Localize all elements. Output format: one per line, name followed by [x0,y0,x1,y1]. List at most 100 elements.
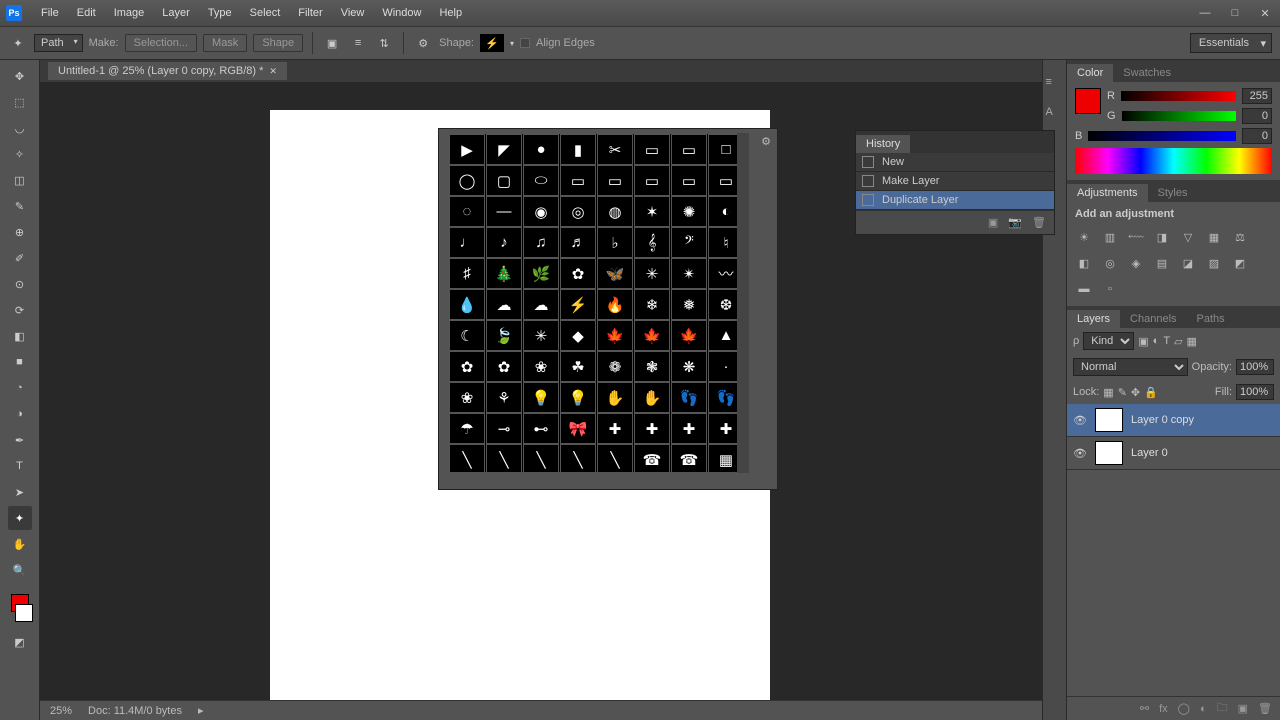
menu-file[interactable]: File [32,7,68,19]
shape-thumbnail[interactable]: ✶ [634,196,670,227]
lock-all-icon[interactable]: 🔒 [1144,386,1158,399]
blur-tool[interactable]: ◔ [8,376,32,400]
adjustments-tab[interactable]: Adjustments [1067,184,1148,202]
history-brush-tool[interactable]: ⟳ [8,298,32,322]
eraser-tool[interactable]: ◧ [8,324,32,348]
stamp-tool[interactable]: ⊙ [8,272,32,296]
menu-type[interactable]: Type [199,7,241,19]
shape-thumbnail[interactable]: ▭ [634,165,670,196]
lookup-icon[interactable]: ▤ [1153,254,1171,272]
invert-icon[interactable]: ◪ [1179,254,1197,272]
channels-tab[interactable]: Channels [1120,310,1186,328]
workspace-selector[interactable]: Essentials [1190,33,1272,53]
history-tab[interactable]: History [856,135,910,153]
lock-position-icon[interactable]: ✥ [1131,386,1140,399]
adjustment-layer-icon[interactable]: ◐ [1200,703,1207,715]
blend-mode-select[interactable]: Normal [1073,358,1188,376]
history-dock-icon[interactable]: ≡ [1046,76,1064,94]
quickmask-toggle[interactable]: ◩ [8,630,32,654]
menu-edit[interactable]: Edit [68,7,105,19]
shape-thumbnail[interactable]: ╲ [597,444,633,472]
color-well[interactable] [1075,88,1101,114]
exposure-icon[interactable]: ◨ [1153,228,1171,246]
close-tab-icon[interactable]: ✕ [269,66,277,77]
photo-filter-icon[interactable]: ◎ [1101,254,1119,272]
shape-thumbnail[interactable]: ❀ [523,351,559,382]
selective-icon[interactable]: ▫ [1101,280,1119,298]
mixer-icon[interactable]: ◈ [1127,254,1145,272]
delete-layer-icon[interactable]: 🗑 [1258,702,1272,715]
shape-thumbnail[interactable]: ✴ [671,258,707,289]
b-input[interactable] [1242,128,1272,144]
shape-thumbnail[interactable]: ╲ [486,444,522,472]
menu-view[interactable]: View [332,7,374,19]
selection-button[interactable]: Selection... [125,34,197,52]
minimize-button[interactable]: — [1190,0,1220,26]
shape-options-icon[interactable]: ⚙ [761,135,771,148]
doc-info-menu-icon[interactable]: ▸ [198,704,204,717]
shape-picker[interactable]: ⚡ [480,34,504,52]
shape-thumbnail[interactable]: ▶ [449,134,485,165]
menu-help[interactable]: Help [430,7,471,19]
shape-thumbnail[interactable]: ▮ [560,134,596,165]
shape-thumbnail[interactable]: ✚ [634,413,670,444]
styles-tab[interactable]: Styles [1148,184,1198,202]
filter-shape-icon[interactable]: ▱ [1174,335,1182,348]
brush-tool[interactable]: ✐ [8,246,32,270]
filter-type-icon[interactable]: T [1163,335,1170,347]
path-align-icon[interactable]: ≡ [348,33,368,53]
background-swatch[interactable] [15,604,33,622]
shape-thumbnail[interactable]: ❀ [449,382,485,413]
shape-thumbnail[interactable]: ✺ [671,196,707,227]
shape-thumbnail[interactable]: 𝄢 [671,227,707,258]
pen-tool[interactable]: ✒ [8,428,32,452]
shape-thumbnail[interactable]: ▭ [560,165,596,196]
balance-icon[interactable]: ⚖ [1231,228,1249,246]
path-combine-icon[interactable]: ▣ [322,33,342,53]
shape-thumbnail[interactable]: 💡 [560,382,596,413]
color-spectrum[interactable] [1075,148,1272,174]
layer-item[interactable]: 👁 Layer 0 [1067,437,1280,470]
shape-thumbnail[interactable]: ☘ [560,351,596,382]
history-item[interactable]: Duplicate Layer [856,191,1054,210]
menu-select[interactable]: Select [241,7,290,19]
color-tab[interactable]: Color [1067,64,1113,82]
marquee-tool[interactable]: ⬚ [8,90,32,114]
shape-thumbnail[interactable]: ✂ [597,134,633,165]
shape-thumbnail[interactable]: ◎ [560,196,596,227]
shape-thumbnail[interactable]: 🎀 [560,413,596,444]
layer-thumbnail[interactable] [1095,441,1123,465]
shape-thumbnail[interactable]: ◆ [560,320,596,351]
shape-thumbnail[interactable]: ♪ [486,227,522,258]
shape-thumbnail[interactable]: ☎ [671,444,707,472]
gradient-map-icon[interactable]: ▬ [1075,280,1093,298]
shape-thumbnail[interactable]: ╲ [523,444,559,472]
opacity-input[interactable] [1236,359,1274,375]
layer-group-icon[interactable]: 🗀 [1217,699,1228,718]
custom-shape-tool[interactable]: ✦ [8,506,32,530]
shape-thumbnail[interactable]: ☁ [486,289,522,320]
lock-paint-icon[interactable]: ✎ [1118,386,1127,399]
shape-thumbnail[interactable]: — [486,196,522,227]
mask-button[interactable]: Mask [203,34,247,52]
shape-thumbnail[interactable]: 💧 [449,289,485,320]
close-button[interactable]: ✕ [1250,0,1280,26]
shape-thumbnail[interactable]: ✿ [560,258,596,289]
zoom-display[interactable]: 25% [50,705,72,717]
shape-thumbnail[interactable]: ✿ [449,351,485,382]
shape-thumbnail[interactable]: ▭ [634,134,670,165]
shape-thumbnail[interactable]: ♬ [560,227,596,258]
bw-icon[interactable]: ◧ [1075,254,1093,272]
shape-thumbnail[interactable]: ♩ [449,227,485,258]
shape-thumbnail[interactable]: ☂ [449,413,485,444]
shape-thumbnail[interactable]: ⬭ [523,165,559,196]
shape-thumbnail[interactable]: ✚ [671,413,707,444]
shape-thumbnail[interactable]: ◤ [486,134,522,165]
zoom-tool[interactable]: 🔍 [8,558,32,582]
shape-thumbnail[interactable]: ☁ [523,289,559,320]
shape-thumbnail[interactable]: 🎄 [486,258,522,289]
shape-thumbnail[interactable]: ❄ [634,289,670,320]
levels-icon[interactable]: ▥ [1101,228,1119,246]
shape-thumbnail[interactable]: ❁ [597,351,633,382]
r-slider[interactable] [1121,91,1236,101]
